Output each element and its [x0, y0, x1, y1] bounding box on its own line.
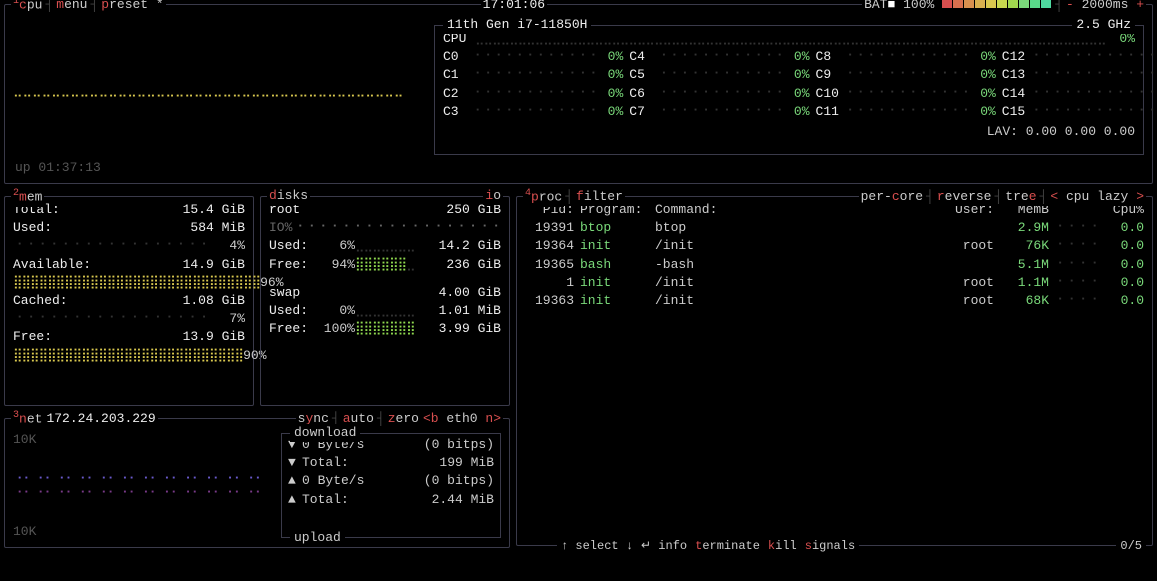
proc-panel: 4proc ┤ filter per-core ┤ reverse ┤ tree…: [516, 196, 1153, 546]
terminate-button[interactable]: terminate: [691, 538, 764, 555]
info-hint[interactable]: ↵ info: [637, 538, 691, 555]
cpu-core-C9: C9⠐⠐⠐⠐⠐⠐⠐⠐⠐⠐⠐⠐0%: [816, 66, 996, 84]
net-tab[interactable]: 3net: [11, 409, 44, 429]
cpu-core-C2: C2⠐⠐⠐⠐⠐⠐⠐⠐⠐⠐⠐⠐0%: [443, 85, 623, 103]
cpu-cores-panel: 11th Gen i7-11850H 2.5 GHz CPU ⣀⣀⣀⣀⣀⣀⣀⣀⣀…: [434, 25, 1144, 155]
net-ip: 172.24.203.229: [44, 410, 157, 428]
table-row[interactable]: 19365bash-bash5.1M⠐⠐⠐⠐0.0: [525, 256, 1144, 274]
reverse-toggle[interactable]: reverse: [935, 188, 994, 206]
battery-indicator: BAT■ 100%: [862, 0, 1054, 14]
cpu-core-C8: C8⠐⠐⠐⠐⠐⠐⠐⠐⠐⠐⠐⠐0%: [816, 48, 996, 66]
cpu-core-C0: C0⠐⠐⠐⠐⠐⠐⠐⠐⠐⠐⠐⠐0%: [443, 48, 623, 66]
cpu-freq: 2.5 GHz: [1072, 16, 1135, 34]
uptime: up 01:37:13: [15, 159, 101, 177]
load-average: 0.00 0.00 0.00: [1026, 124, 1135, 139]
iface-selector[interactable]: <b eth0 n>: [421, 410, 503, 428]
cpu-core-C6: C6⠐⠐⠐⠐⠐⠐⠐⠐⠐⠐⠐⠐0%: [629, 85, 809, 103]
cpu-core-C13: C13⠐⠐⠐⠐⠐⠐⠐⠐⠐⠐⠐⠐0%: [1002, 66, 1157, 84]
interval-control[interactable]: - 2000ms +: [1064, 0, 1146, 14]
cpu-graph: ⠒⠒⠒⠒⠒⠒⠒⠒⠒⠒⠒⠒⠒⠒⠒⠒⠒⠒⠒⠒⠒⠒⠒⠒⠒⠒⠒⠒⠒⠒⠒⠒⠒⠒⠒⠒⠒⠒⠒⠒…: [13, 31, 403, 151]
cpu-core-C3: C3⠐⠐⠐⠐⠐⠐⠐⠐⠐⠐⠐⠐0%: [443, 103, 623, 121]
cpu-core-C5: C5⠐⠐⠐⠐⠐⠐⠐⠐⠐⠐⠐⠐0%: [629, 66, 809, 84]
cpu-core-C4: C4⠐⠐⠐⠐⠐⠐⠐⠐⠐⠐⠐⠐0%: [629, 48, 809, 66]
clock: 17:01:06: [481, 0, 547, 14]
tree-toggle[interactable]: tree: [1003, 188, 1038, 206]
net-scale-bottom: 10K: [13, 523, 36, 541]
cpu-core-C11: C11⠐⠐⠐⠐⠐⠐⠐⠐⠐⠐⠐⠐0%: [816, 103, 996, 121]
cpu-model: 11th Gen i7-11850H: [443, 16, 591, 34]
cpu-core-C7: C7⠐⠐⠐⠐⠐⠐⠐⠐⠐⠐⠐⠐0%: [629, 103, 809, 121]
table-row[interactable]: 1init/initroot1.1M⠐⠐⠐⠐0.0: [525, 274, 1144, 292]
table-row[interactable]: 19391btopbtop2.9M⠐⠐⠐⠐0.0: [525, 219, 1144, 237]
select-hint: ↑ select ↓: [557, 538, 637, 555]
cpu-core-C10: C10⠐⠐⠐⠐⠐⠐⠐⠐⠐⠐⠐⠐0%: [816, 85, 996, 103]
net-stats-panel: download ▼0 Byte/s(0 bitps) ▼Total:199 M…: [281, 433, 501, 538]
cpu-core-C14: C14⠐⠐⠐⠐⠐⠐⠐⠐⠐⠐⠐⠐0%: [1002, 85, 1157, 103]
sort-control[interactable]: < cpu lazy >: [1048, 188, 1146, 206]
cpu-core-C15: C15⠐⠐⠐⠐⠐⠐⠐⠐⠐⠐⠐⠐0%: [1002, 103, 1157, 121]
mem-panel: 2mem Total:15.4 GiB Used:584 MiB ⠐⠐⠐⠐⠐⠐⠐…: [4, 196, 254, 406]
signals-button[interactable]: signals: [801, 538, 859, 555]
net-scale-top: 10K: [13, 431, 36, 449]
zero-toggle[interactable]: zero: [386, 410, 421, 428]
cpu-tab[interactable]: 1ccpupu: [11, 0, 44, 15]
preset-button[interactable]: preset *: [99, 0, 165, 14]
percore-toggle[interactable]: per-core: [859, 188, 925, 206]
disks-tab[interactable]: disks: [267, 187, 310, 205]
pager: 0/5: [1116, 538, 1146, 555]
net-panel: 3net 172.24.203.229 sync ┤ auto ┤ zero <…: [4, 418, 510, 548]
cpu-core-C12: C12⠐⠐⠐⠐⠐⠐⠐⠐⠐⠐⠐⠐0%: [1002, 48, 1157, 66]
io-toggle[interactable]: io: [483, 187, 503, 205]
mem-tab[interactable]: 2mem: [11, 187, 44, 207]
kill-button[interactable]: kill: [764, 538, 801, 555]
filter-button[interactable]: filter: [574, 188, 625, 206]
table-row[interactable]: 19363init/initroot68K⠐⠐⠐⠐0.0: [525, 292, 1144, 310]
cpu-core-C1: C1⠐⠐⠐⠐⠐⠐⠐⠐⠐⠐⠐⠐0%: [443, 66, 623, 84]
cpu-panel: 1ccpupu ┤ menu ┤ preset * 17:01:06 BAT■ …: [4, 4, 1153, 184]
disks-panel: disks io root250 GiB IO%⠐⠐⠐⠐⠐⠐⠐⠐⠐⠐⠐⠐⠐⠐⠐⠐…: [260, 196, 510, 406]
menu-button[interactable]: menu: [54, 0, 89, 14]
proc-tab[interactable]: 4proc: [523, 187, 564, 207]
table-row[interactable]: 19364init/initroot76K⠐⠐⠐⠐0.0: [525, 237, 1144, 255]
